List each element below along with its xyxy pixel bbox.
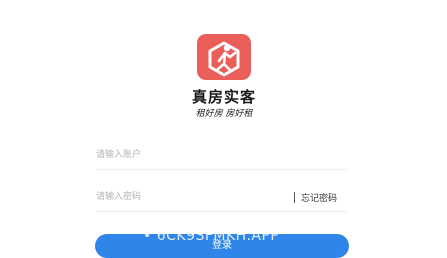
password-input[interactable] [96,187,286,207]
forgot-password-link[interactable]: 忘记密码 [301,191,337,204]
app-logo [197,34,251,80]
account-field [96,143,348,170]
house-person-icon [208,41,240,77]
password-field: 忘记密码 [96,185,348,212]
app-slogan: 租好房 房好租 [195,109,253,119]
app-name: 真房实客 [191,88,256,106]
field-divider [294,192,295,203]
account-input[interactable] [96,145,286,165]
watermark-text: • 6CK9SFMKH.APP [143,228,280,244]
